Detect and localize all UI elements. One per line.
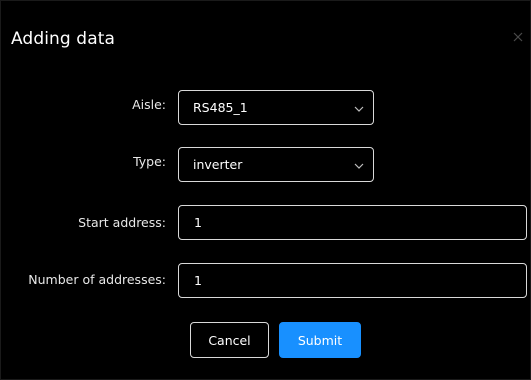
start-address-label: Start address: [78,215,166,230]
aisle-select-value: RS485_1 [193,100,248,115]
close-icon[interactable] [512,31,524,43]
submit-button[interactable]: Submit [279,322,361,358]
number-of-addresses-input[interactable] [178,263,527,298]
type-select[interactable]: inverter [178,147,374,182]
chevron-down-icon [354,106,364,112]
aisle-select[interactable]: RS485_1 [178,90,374,125]
aisle-label: Aisle: [132,97,166,112]
dialog-title: Adding data [11,29,115,49]
type-label: Type: [133,154,166,169]
start-address-input[interactable] [178,205,527,240]
adding-data-dialog: Adding data Aisle: RS485_1 Type: inverte… [0,0,531,380]
chevron-down-icon [354,163,364,169]
cancel-button[interactable]: Cancel [190,322,269,358]
number-of-addresses-label: Number of addresses: [28,272,166,287]
type-select-value: inverter [193,157,243,172]
